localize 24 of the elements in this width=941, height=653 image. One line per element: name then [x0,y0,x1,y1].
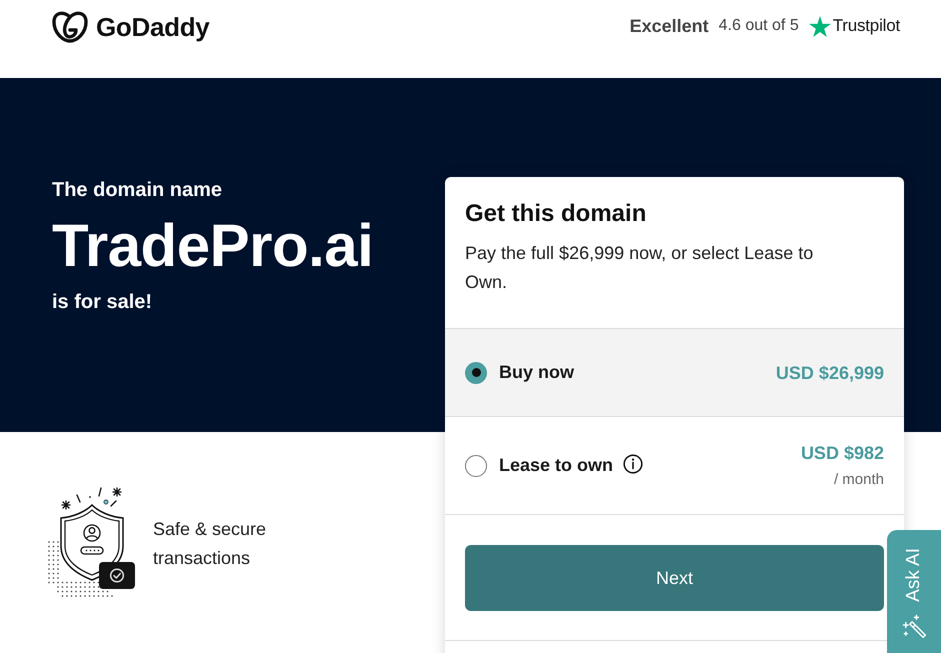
option-label: Buy now [499,362,574,383]
domain-name: TradePro.ai [52,211,374,281]
logo-text: GoDaddy [96,12,210,42]
magic-wand-icon [902,614,926,639]
star-icon [808,16,831,36]
price-period: / month [834,470,884,490]
feature-text: Safe & secure transactions [153,518,268,570]
rating-label: Excellent [630,16,709,36]
option-price: USD $26,999 [776,362,884,384]
rating-brand: Trustpilot [832,16,900,36]
hero-intro: The domain name [52,178,224,203]
option-label: Lease to own [499,455,614,476]
rating-score: 4.6 out of 5 [718,17,799,35]
purchase-option[interactable]: Lease to own USD $982 / month [445,416,904,514]
radio-button[interactable] [465,362,487,384]
card-title: Get this domain [465,199,648,229]
hero-outro: is for sale! [52,290,154,315]
card-description: Pay the full $26,999 now, or select Lease to Own. [465,242,814,294]
next-button[interactable]: Next [465,545,884,611]
purchase-option[interactable]: Buy now USD $26,999 [445,328,904,416]
info-icon[interactable] [623,454,644,474]
radio-button[interactable] [465,454,487,476]
option-price: USD $982 [800,442,884,465]
logo-icon [52,11,88,43]
